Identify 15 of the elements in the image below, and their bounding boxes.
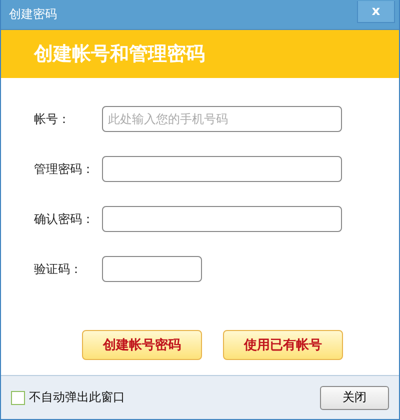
- action-button[interactable]: 使用已有帐号: [223, 330, 343, 360]
- window-title: 创建密码: [8, 6, 57, 23]
- checkbox-label: 不自动弹出此窗口: [29, 389, 125, 406]
- input-field[interactable]: [102, 256, 202, 282]
- input-field[interactable]: [102, 156, 342, 182]
- field-label: 确认密码：: [34, 210, 95, 228]
- field-label: 帐号：: [34, 110, 71, 128]
- banner-title: 创建帐号和管理密码: [34, 42, 205, 67]
- field-label: 验证码：: [34, 260, 83, 278]
- action-button[interactable]: 创建帐号密码: [82, 330, 202, 360]
- close-button[interactable]: 关闭: [320, 386, 389, 410]
- input-field[interactable]: 此处输入您的手机号码: [102, 106, 342, 132]
- field-label: 管理密码：: [34, 160, 95, 178]
- input-field[interactable]: [102, 206, 342, 232]
- checkbox[interactable]: [11, 390, 25, 404]
